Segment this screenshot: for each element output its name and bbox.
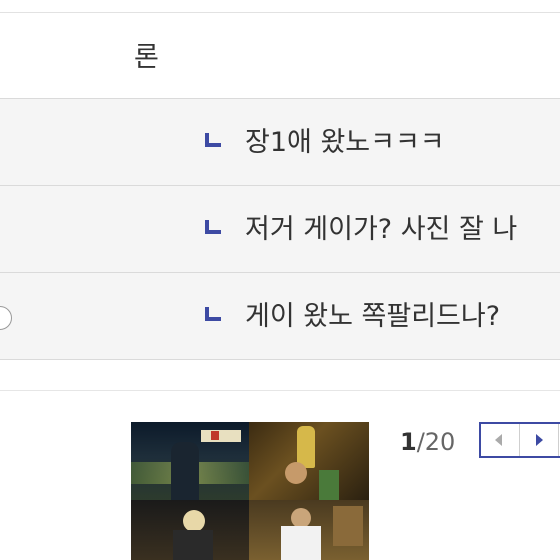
prev-image-button[interactable] bbox=[481, 424, 520, 456]
reply-text: 게이 왔노 쪽팔리드나? bbox=[245, 301, 501, 332]
thumbnail-panel bbox=[131, 422, 249, 500]
thumbnail-panel bbox=[131, 500, 249, 560]
prev-arrow-icon bbox=[495, 434, 502, 446]
reply-text: 장1애 왔노ㅋㅋㅋ bbox=[245, 127, 445, 158]
section-divider bbox=[0, 390, 560, 391]
gallery-thumbnail[interactable] bbox=[131, 422, 369, 560]
gallery-pager bbox=[479, 422, 560, 458]
top-divider bbox=[0, 12, 560, 13]
avatar-circle-icon bbox=[0, 306, 12, 330]
next-arrow-icon bbox=[536, 434, 543, 446]
post-title-fragment: 론 bbox=[134, 42, 159, 73]
next-image-button[interactable] bbox=[520, 424, 559, 456]
reply-arrow-icon bbox=[205, 307, 221, 321]
thumbnail-panel bbox=[249, 422, 369, 500]
reply-arrow-icon bbox=[205, 133, 221, 147]
reply-arrow-icon bbox=[205, 220, 221, 234]
thumbnail-panel bbox=[249, 500, 369, 560]
reply-row[interactable]: 게이 왔노 쪽팔리드나? bbox=[0, 272, 560, 360]
current-page: 1 bbox=[400, 428, 417, 456]
reply-text: 저거 게이가? 사진 잘 나 bbox=[245, 214, 518, 245]
reply-row[interactable]: 장1애 왔노ㅋㅋㅋ bbox=[0, 98, 560, 185]
total-pages: /20 bbox=[416, 428, 456, 456]
gallery-page-counter: 1/20 bbox=[400, 425, 455, 459]
reply-list: 장1애 왔노ㅋㅋㅋ 저거 게이가? 사진 잘 나 게이 왔노 쪽팔리드나? bbox=[0, 98, 560, 360]
reply-row[interactable]: 저거 게이가? 사진 잘 나 bbox=[0, 185, 560, 272]
